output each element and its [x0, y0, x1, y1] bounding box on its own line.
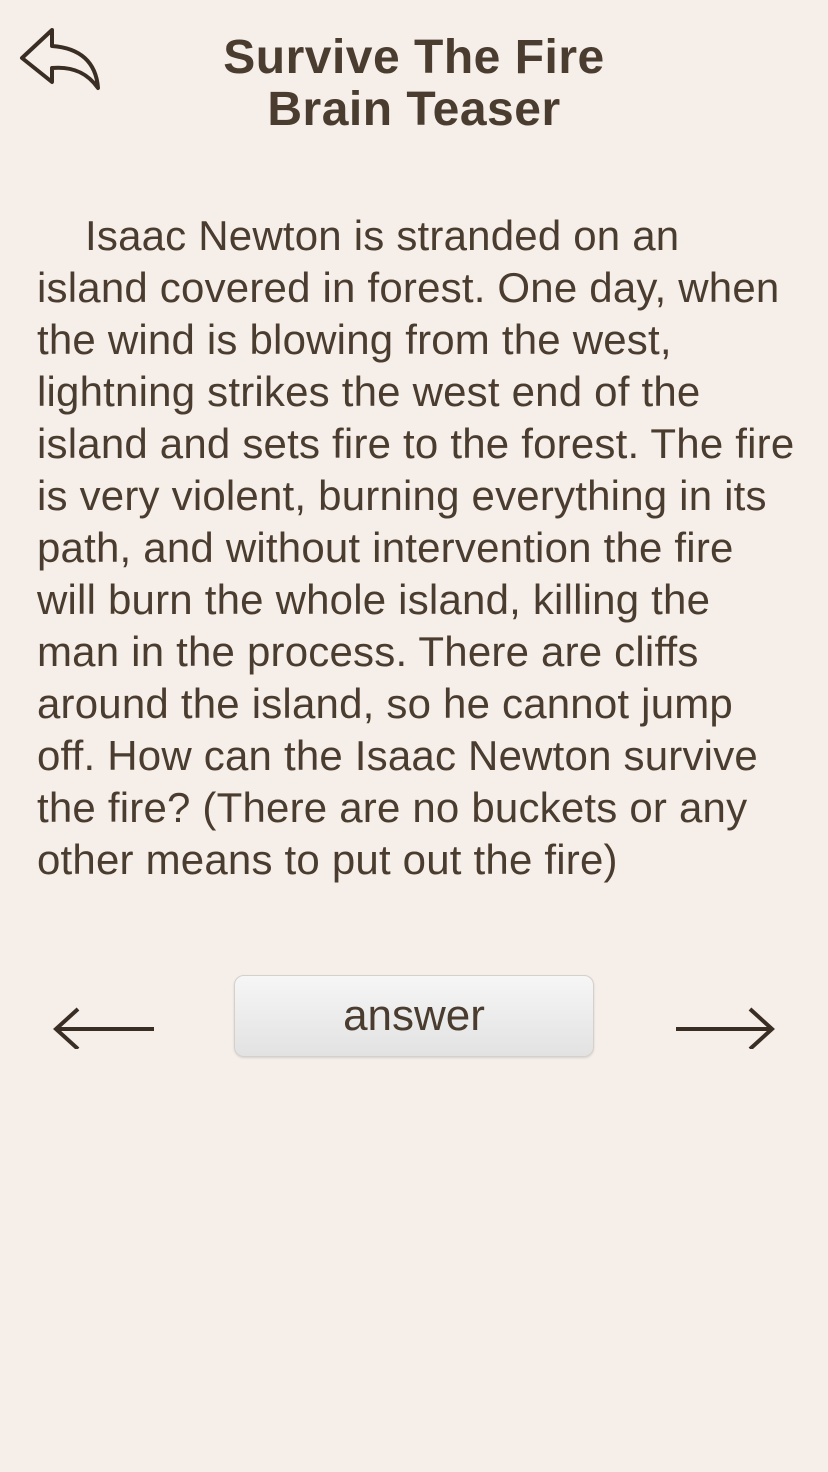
previous-button[interactable] — [48, 985, 158, 1049]
title-line-1: Survive The Fire — [223, 31, 605, 84]
arrow-left-icon — [48, 985, 158, 1049]
navigation-row: answer — [0, 975, 828, 1059]
arrow-right-icon — [668, 985, 778, 1049]
page-title: Survive The Fire Brain Teaser — [130, 32, 698, 136]
answer-button[interactable]: answer — [234, 975, 594, 1057]
title-line-2: Brain Teaser — [267, 83, 561, 136]
back-button[interactable] — [16, 24, 104, 94]
next-button[interactable] — [668, 985, 778, 1049]
reply-arrow-icon — [16, 24, 104, 94]
question-text: Isaac Newton is stranded on an island co… — [37, 212, 795, 883]
